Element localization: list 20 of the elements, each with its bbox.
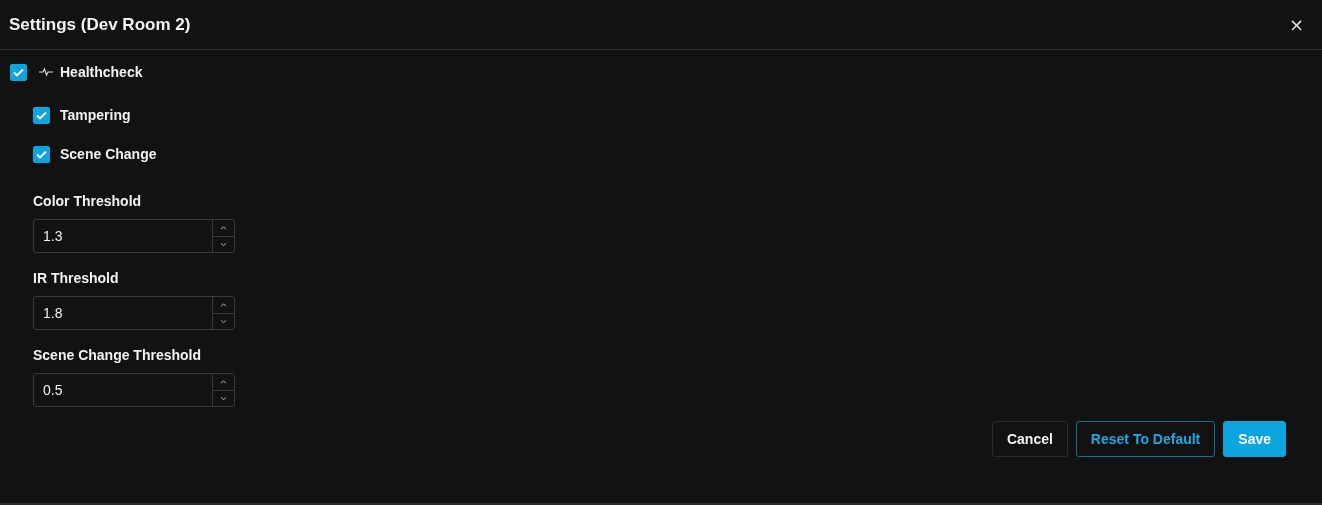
pulse-icon xyxy=(39,67,53,77)
field-label: Color Threshold xyxy=(33,193,143,209)
reset-button[interactable]: Reset To Default xyxy=(1075,421,1216,457)
checkbox-label: Scene Change xyxy=(60,146,157,162)
check-icon xyxy=(36,149,47,159)
field-label: Scene Change Threshold xyxy=(33,347,203,363)
checkbox[interactable] xyxy=(10,63,27,81)
checkbox[interactable] xyxy=(33,106,50,124)
checkbox[interactable] xyxy=(33,145,50,163)
check-icon xyxy=(13,67,24,77)
number-field[interactable]: 1.8 xyxy=(33,296,235,330)
number-field[interactable]: 1.3 xyxy=(33,219,235,253)
checkbox-label: Healthcheck xyxy=(60,64,143,80)
field-label: IR Threshold xyxy=(33,270,120,286)
checkbox-label: Tampering xyxy=(60,107,131,123)
number-field[interactable]: 0.5 xyxy=(33,373,235,407)
dialog-title: Settings (Dev Room 2) xyxy=(9,14,191,35)
check-icon xyxy=(36,110,47,120)
cancel-button[interactable]: Cancel xyxy=(991,421,1068,457)
close-button[interactable]: × xyxy=(1286,14,1306,35)
